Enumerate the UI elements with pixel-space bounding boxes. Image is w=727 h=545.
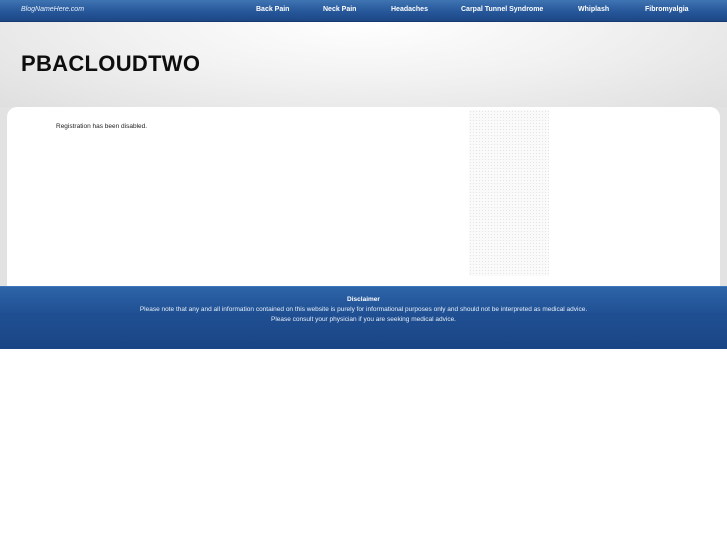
content-area [0,107,727,287]
top-navigation-bar: BlogNameHere.com Back Pain Neck Pain Hea… [0,0,727,22]
sidebar [469,110,549,276]
nav-item-fibromyalgia[interactable]: Fibromyalgia [645,6,689,13]
nav-item-headaches[interactable]: Headaches [391,6,428,13]
registration-disabled-message: Registration has been disabled. [56,123,148,130]
nav-item-whiplash[interactable]: Whiplash [578,6,609,13]
disclaimer-title: Disclaimer [347,296,380,303]
blog-name-link[interactable]: BlogNameHere.com [21,6,84,13]
nav-item-back-pain[interactable]: Back Pain [256,6,289,13]
disclaimer-text-line-2: Please consult your physician if you are… [271,316,456,323]
content-panel [7,107,720,287]
disclaimer-text-line-1: Please note that any and all information… [139,306,588,313]
site-title[interactable]: PBACLOUDTWO [21,51,200,77]
nav-item-neck-pain[interactable]: Neck Pain [323,6,356,13]
nav-item-carpal-tunnel-syndrome[interactable]: Carpal Tunnel Syndrome [461,6,543,13]
